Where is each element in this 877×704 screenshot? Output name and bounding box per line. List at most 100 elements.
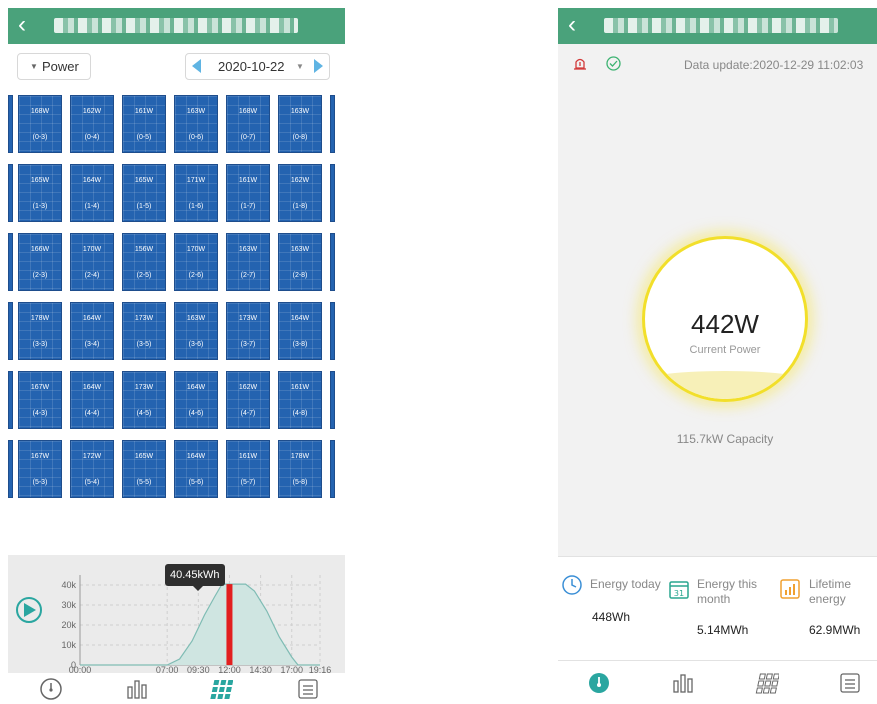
solar-panel[interactable]: 165W (5-5) <box>122 440 166 498</box>
solar-panel[interactable]: 163W (0-8) <box>278 95 322 153</box>
solar-panel[interactable]: 163W (0-6) <box>174 95 218 153</box>
panel-power: 164W <box>82 315 102 322</box>
solar-panel[interactable]: 162W (1-8) <box>278 164 322 222</box>
panel-partial-right[interactable] <box>330 371 335 429</box>
panel-partial-left[interactable] <box>8 440 13 498</box>
panel-partial-left[interactable] <box>8 164 13 222</box>
solar-panel[interactable]: 161W (0-5) <box>122 95 166 153</box>
panel-grid-icon[interactable] <box>755 671 779 695</box>
solar-panel[interactable]: 161W (5-7) <box>226 440 270 498</box>
panel-partial-right[interactable] <box>330 302 335 360</box>
panel-power: 163W <box>290 246 310 253</box>
solar-panel[interactable]: 164W (5-6) <box>174 440 218 498</box>
solar-panel[interactable]: 162W (4-7) <box>226 371 270 429</box>
panel-position: (2-4) <box>84 272 100 279</box>
solar-panel[interactable]: 166W (2-3) <box>18 233 62 291</box>
play-button[interactable] <box>16 597 42 623</box>
panel-partial-right[interactable] <box>330 440 335 498</box>
back-arrow-icon[interactable]: ‹ <box>18 13 26 37</box>
panel-partial-left[interactable] <box>8 302 13 360</box>
energy-stats: Energy today 448Wh 31 Energy this month … <box>558 556 877 661</box>
solar-panel[interactable]: 164W (1-4) <box>70 164 114 222</box>
gauge-icon[interactable] <box>39 677 63 701</box>
x-tick-label: 12:00 <box>218 665 241 673</box>
gauge-icon[interactable] <box>587 671 611 695</box>
solar-panel[interactable]: 164W (4-6) <box>174 371 218 429</box>
solar-panel[interactable]: 168W (0-7) <box>226 95 270 153</box>
panel-partial-left[interactable] <box>8 95 13 153</box>
back-arrow-icon[interactable]: ‹ <box>568 13 576 37</box>
date-prev-icon[interactable] <box>192 59 201 73</box>
solar-panel[interactable]: 172W (5-4) <box>70 440 114 498</box>
solar-panel[interactable]: 161W (1-7) <box>226 164 270 222</box>
solar-panel[interactable]: 167W (4-3) <box>18 371 62 429</box>
panel-position: (5-3) <box>32 479 48 486</box>
list-icon[interactable] <box>838 671 862 695</box>
panel-position: (4-7) <box>240 410 256 417</box>
date-next-icon[interactable] <box>314 59 323 73</box>
panel-partial-right[interactable] <box>330 233 335 291</box>
solar-panel[interactable]: 173W (4-5) <box>122 371 166 429</box>
panel-power: 168W <box>30 108 50 115</box>
metric-select[interactable]: ▼ Power <box>17 53 91 80</box>
solar-panel[interactable]: 164W (4-4) <box>70 371 114 429</box>
panel-power: 167W <box>30 384 50 391</box>
solar-panel[interactable]: 178W (5-8) <box>278 440 322 498</box>
solar-panel[interactable]: 163W (2-8) <box>278 233 322 291</box>
panel-position: (4-4) <box>84 410 100 417</box>
panel-position: (0-3) <box>32 134 48 141</box>
panel-power: 161W <box>290 384 310 391</box>
calendar-icon: 31 <box>669 581 689 599</box>
solar-panel[interactable]: 168W (0-3) <box>18 95 62 153</box>
solar-panel[interactable]: 165W (1-3) <box>18 164 62 222</box>
date-picker[interactable]: 2020-10-22 ▼ <box>185 53 330 80</box>
panel-grid-icon[interactable] <box>209 677 233 701</box>
panel-position: (2-8) <box>292 272 308 279</box>
solar-panel[interactable]: 164W (3-8) <box>278 302 322 360</box>
solar-panel[interactable]: 173W (3-7) <box>226 302 270 360</box>
solar-panel[interactable]: 178W (3-3) <box>18 302 62 360</box>
panel-power: 164W <box>186 384 206 391</box>
solar-panel[interactable]: 167W (5-3) <box>18 440 62 498</box>
panel-power: 163W <box>186 108 206 115</box>
alarm-icon[interactable] <box>574 56 586 70</box>
stat-value: 62.9MWh <box>809 623 861 637</box>
bar-chart-icon[interactable] <box>671 671 695 695</box>
panel-partial-right[interactable] <box>330 95 335 153</box>
panel-power: 166W <box>30 246 50 253</box>
solar-panel[interactable]: 164W (3-4) <box>70 302 114 360</box>
panel-position: (5-5) <box>136 479 152 486</box>
current-power-gauge: 442W Current Power <box>642 236 808 402</box>
solar-panel[interactable]: 170W (2-4) <box>70 233 114 291</box>
solar-panel[interactable]: 170W (2-6) <box>174 233 218 291</box>
stat-energy-month: 31 Energy this month 5.14MWh <box>666 557 772 661</box>
solar-panel[interactable]: 163W (2-7) <box>226 233 270 291</box>
solar-panel[interactable]: 161W (4-8) <box>278 371 322 429</box>
gauge-fill <box>645 371 805 399</box>
blurred-plant-name <box>604 18 838 33</box>
panel-position: (3-3) <box>32 341 48 348</box>
x-tick-label: 09:30 <box>187 665 210 673</box>
bar-chart-icon[interactable] <box>125 677 149 701</box>
panel-position: (5-4) <box>84 479 100 486</box>
solar-panel[interactable]: 171W (1-6) <box>174 164 218 222</box>
solar-panel[interactable]: 173W (3-5) <box>122 302 166 360</box>
panel-partial-left[interactable] <box>8 233 13 291</box>
solar-panel[interactable]: 165W (1-5) <box>122 164 166 222</box>
y-tick-label: 30k <box>61 600 76 610</box>
panel-partial-left[interactable] <box>8 371 13 429</box>
panel-partial-right[interactable] <box>330 164 335 222</box>
stat-label: Energy this month <box>697 577 758 606</box>
panel-power: 162W <box>82 108 102 115</box>
panel-power: 161W <box>238 453 258 460</box>
panel-position: (4-8) <box>292 410 308 417</box>
app-header: ‹ <box>558 8 877 44</box>
panel-position: (1-7) <box>240 203 256 210</box>
solar-panel[interactable]: 162W (0-4) <box>70 95 114 153</box>
solar-panel[interactable]: 156W (2-5) <box>122 233 166 291</box>
panel-position: (1-5) <box>136 203 152 210</box>
solar-panel[interactable]: 163W (3-6) <box>174 302 218 360</box>
stat-lifetime-energy: Lifetime energy 62.9MWh <box>772 557 877 661</box>
list-icon[interactable] <box>296 677 320 701</box>
online-check-icon <box>606 56 621 71</box>
